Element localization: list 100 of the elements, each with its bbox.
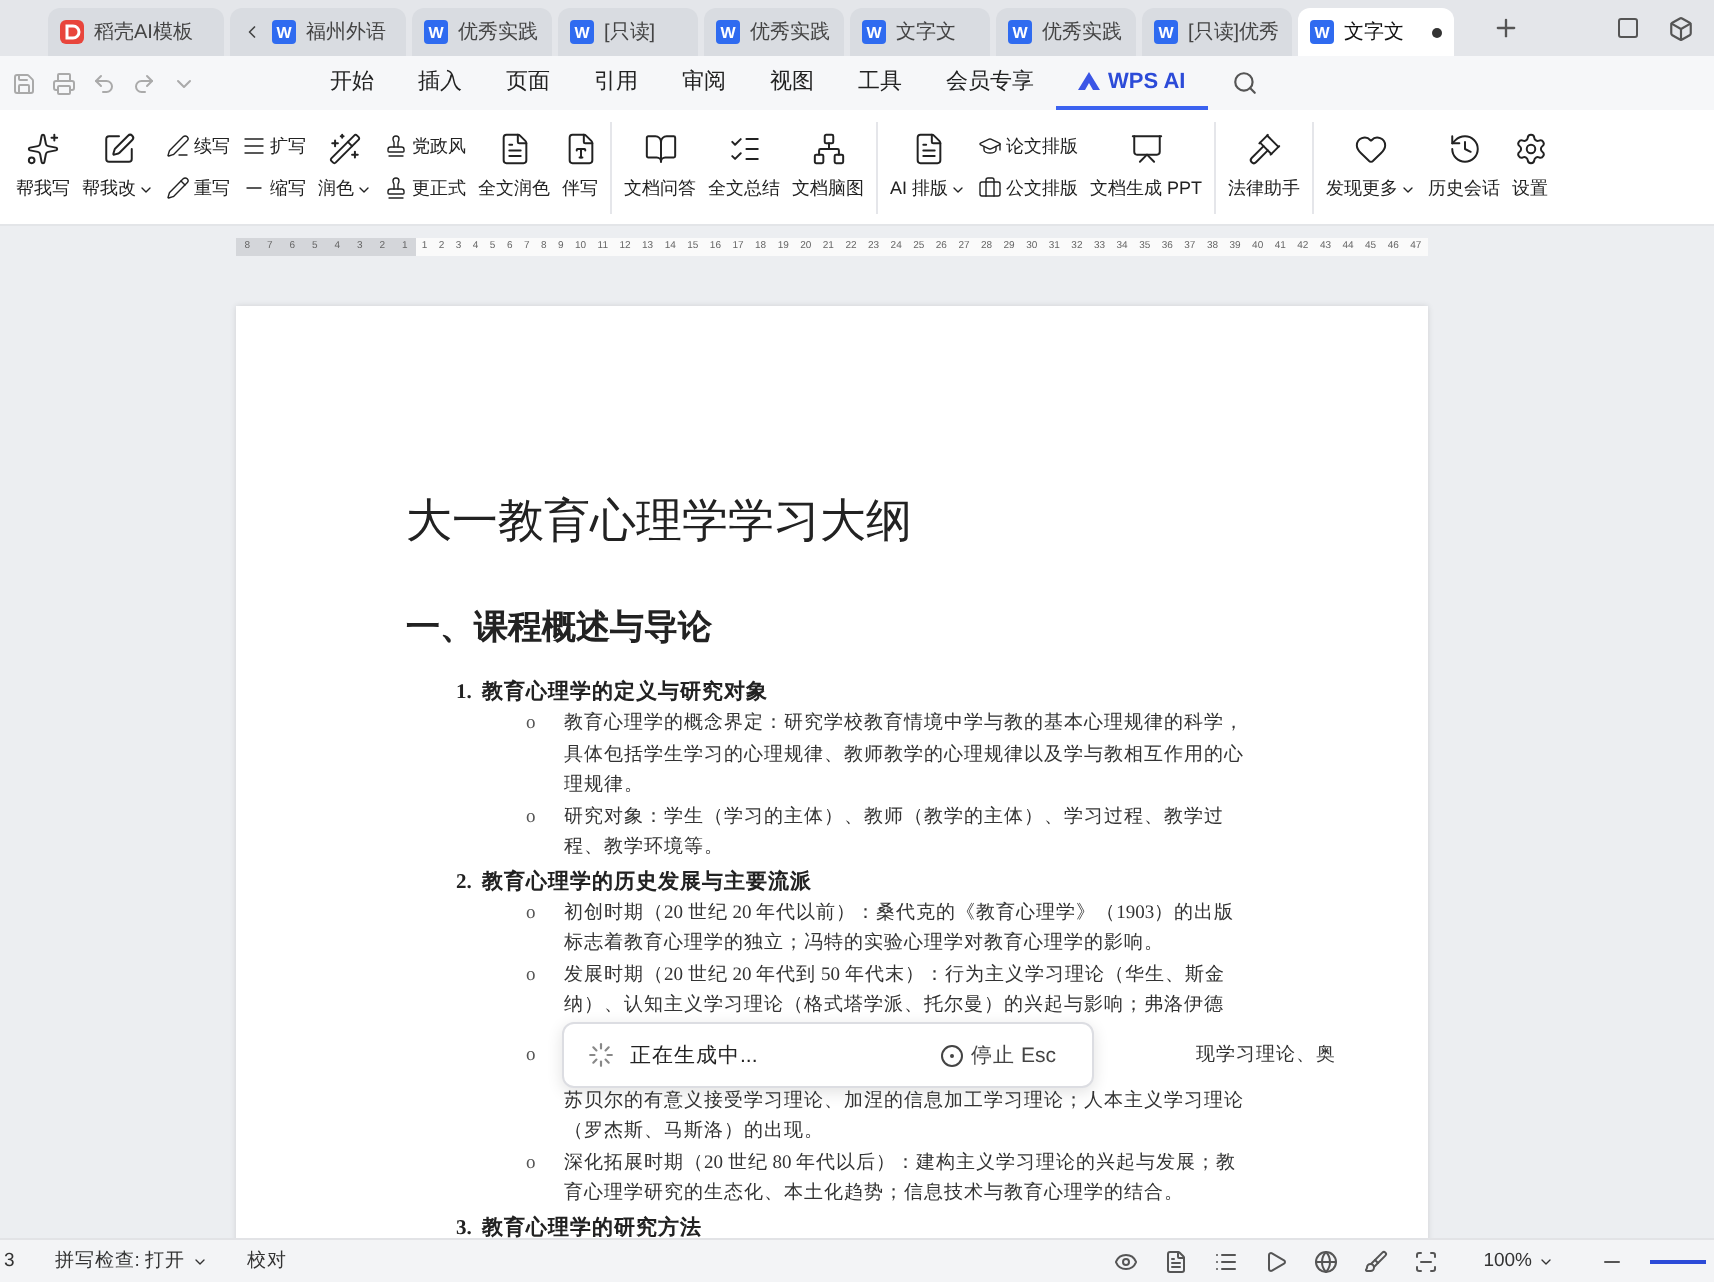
magic-wand-icon bbox=[328, 132, 362, 166]
heart-icon bbox=[1354, 132, 1389, 166]
presentation-icon bbox=[1129, 132, 1164, 166]
mind-map-icon bbox=[811, 132, 845, 166]
ribbon-button[interactable]: 历史会话 bbox=[1422, 128, 1507, 206]
edit-icon bbox=[101, 132, 135, 166]
bullet-text: 初创时期（20 世纪 20 年代以前）：桑代克的《教育心理学》（1903）的出版标志着教育心理学的独立；冯特的实验心理学对教育心理学的影响。 bbox=[564, 899, 1237, 958]
history-icon bbox=[1447, 132, 1482, 166]
proofread-button[interactable]: 校对 bbox=[227, 1248, 308, 1274]
ribbon-button[interactable]: 更正式 bbox=[384, 175, 466, 201]
eye-icon[interactable] bbox=[1113, 1249, 1138, 1273]
logo-icon bbox=[60, 20, 84, 44]
document-tab[interactable]: W [只读] bbox=[558, 8, 698, 56]
document-tab[interactable]: W 文字文 bbox=[1298, 8, 1454, 56]
briefcase-icon bbox=[978, 176, 1003, 200]
book-icon bbox=[643, 132, 677, 166]
document-icon: W bbox=[1154, 20, 1178, 44]
focus-icon[interactable] bbox=[1413, 1249, 1438, 1273]
bullet-text: 发展时期（20 世纪 20 年代到 50 年代末）：行为主义学习理论（华生、斯金纳）、认知主义学习理论（格式塔学派、托尔曼）的兴起与影响；弗洛伊德 bbox=[564, 962, 1227, 1020]
document-icon: W bbox=[1008, 20, 1032, 44]
menu-tab[interactable]: 视图 bbox=[748, 56, 836, 110]
new-tab-icon[interactable] bbox=[1492, 14, 1520, 42]
ribbon-button[interactable]: 润色 bbox=[312, 128, 378, 206]
bullet-marker: o bbox=[526, 712, 538, 738]
document-tab[interactable]: W [只读]优秀 bbox=[1142, 8, 1292, 56]
ribbon-button[interactable]: 帮我改 bbox=[76, 128, 160, 206]
sparkle-icon bbox=[26, 132, 60, 166]
bullet-marker: o bbox=[526, 805, 538, 831]
ribbon-button[interactable]: 文档生成 PPT bbox=[1084, 128, 1209, 206]
ribbon-button[interactable]: 发现更多 bbox=[1320, 128, 1423, 206]
document-icon: W bbox=[570, 20, 594, 44]
document-icon bbox=[563, 132, 597, 166]
ribbon-button[interactable]: 公文排版 bbox=[978, 175, 1079, 201]
menu-tab[interactable]: 插入 bbox=[396, 56, 484, 110]
document-title: 大一教育心理学学习大纲 bbox=[406, 492, 914, 550]
bullet-text: 深化拓展时期（20 世纪 80 年代以后）：建构主义学习理论的兴起与发展；教育心理学研究的生态化、本土化趋势；信息技术与教育心理学的结合。 bbox=[564, 1150, 1239, 1208]
document-tab[interactable]: W 优秀实践 bbox=[704, 8, 844, 56]
tab-label: 优秀实践 bbox=[1042, 19, 1122, 46]
ribbon-button[interactable]: 论文排版 bbox=[978, 133, 1079, 159]
list-number: 2. bbox=[456, 869, 472, 897]
page-number: 3 bbox=[2, 1250, 17, 1272]
ribbon-button[interactable]: 全文润色 bbox=[472, 128, 556, 206]
document-icon bbox=[497, 132, 531, 166]
spinner-icon bbox=[588, 1042, 614, 1068]
list-heading: 教育心理学的历史发展与主要流派 bbox=[481, 867, 812, 897]
ribbon-button[interactable]: 文档问答 bbox=[618, 128, 702, 206]
list-heading: 教育心理学的研究方法 bbox=[481, 1213, 702, 1238]
generating-status: 正在生成中... bbox=[630, 1041, 758, 1069]
tab-label: [只读]优秀 bbox=[1188, 19, 1280, 46]
play-icon[interactable] bbox=[1263, 1249, 1288, 1273]
document-tab[interactable]: 稻壳AI模板 bbox=[48, 8, 224, 56]
spell-check-button[interactable]: 拼写检查: 打开 bbox=[34, 1248, 228, 1274]
list-number: 3. bbox=[456, 1215, 472, 1238]
tab-label: 文字文 bbox=[896, 19, 956, 46]
tab-label: [只读] bbox=[604, 19, 656, 46]
search-icon[interactable] bbox=[1231, 70, 1258, 96]
ribbon-button[interactable]: 重写 bbox=[166, 175, 230, 201]
globe-icon[interactable] bbox=[1313, 1249, 1338, 1273]
menu-tab[interactable]: 工具 bbox=[836, 56, 924, 110]
ribbon-button[interactable]: AI 排版 bbox=[884, 128, 973, 206]
ribbon-button[interactable]: 法律助手 bbox=[1222, 128, 1307, 206]
ribbon-button[interactable]: 党政风 bbox=[384, 133, 466, 159]
list-number: 1. bbox=[456, 680, 472, 708]
menu-tab[interactable]: 审阅 bbox=[660, 56, 748, 110]
brush-icon[interactable] bbox=[1363, 1249, 1388, 1273]
document-tab[interactable]: W 文字文 bbox=[850, 8, 990, 56]
menu-tab[interactable]: 开始 bbox=[308, 56, 396, 110]
ai-logo-icon bbox=[1078, 72, 1100, 90]
menu-tab[interactable]: 引用 bbox=[572, 56, 660, 110]
page-view-icon[interactable] bbox=[1163, 1249, 1188, 1273]
list-heading: 教育心理学的定义与研究对象 bbox=[481, 678, 768, 708]
window-restore-icon[interactable] bbox=[1616, 16, 1640, 40]
zoom-button[interactable]: 100% bbox=[1463, 1250, 1574, 1272]
menu-tab[interactable]: 页面 bbox=[484, 56, 572, 110]
ribbon-button[interactable]: 伴写 bbox=[556, 128, 604, 206]
bullet-text: 现学习理论、奥 bbox=[1196, 1042, 1336, 1068]
bullet-text: 研究对象：学生（学习的主体）、教师（教学的主体）、学习过程、教学过程、教学环境等。 bbox=[564, 804, 1226, 862]
tab-label: 优秀实践 bbox=[750, 19, 830, 46]
document-icon: W bbox=[1310, 20, 1334, 44]
stop-button[interactable]: 停止 Esc bbox=[927, 1039, 1068, 1071]
ribbon-button[interactable]: 全文总结 bbox=[702, 128, 786, 206]
ribbon-button[interactable]: 设置 bbox=[1506, 128, 1555, 206]
ribbon-button[interactable]: 续写 bbox=[166, 133, 230, 159]
pencil-icon bbox=[166, 176, 190, 200]
menu-tab[interactable]: 会员专享 bbox=[924, 56, 1056, 110]
ribbon-button[interactable]: 缩写 bbox=[242, 175, 306, 201]
document-icon: W bbox=[424, 20, 448, 44]
document-tab[interactable]: W 优秀实践 bbox=[412, 8, 552, 56]
ribbon-button[interactable]: 扩写 bbox=[242, 133, 306, 159]
stop-icon bbox=[939, 1043, 964, 1067]
document-tab[interactable]: W 优秀实践 bbox=[996, 8, 1136, 56]
tab-label: 文字文 bbox=[1344, 19, 1404, 46]
ribbon-button[interactable]: 文档脑图 bbox=[786, 128, 870, 206]
cube-icon[interactable] bbox=[1668, 15, 1694, 41]
ribbon-button[interactable]: 帮我写 bbox=[10, 128, 76, 206]
document-tab[interactable]: W 福州外语 bbox=[230, 8, 406, 56]
bullet-text: 教育心理学的概念界定：研究学校教育情境中学与教的基本心理规律的科学，具体包括学生学习的心理规律、教师教学的心理规律以及学与教相互作用的心理规律。 bbox=[564, 710, 1246, 800]
gavel-icon bbox=[1247, 132, 1282, 166]
pen-icon bbox=[166, 134, 190, 158]
stamp-icon bbox=[384, 134, 408, 158]
